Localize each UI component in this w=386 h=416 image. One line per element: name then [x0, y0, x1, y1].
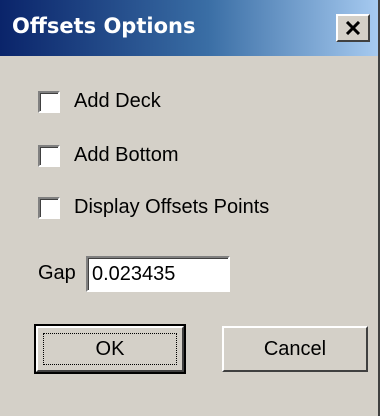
gap-label: Gap [38, 262, 76, 284]
option-add-deck[interactable]: Add Deck [38, 90, 161, 113]
add-bottom-checkbox[interactable] [38, 144, 60, 167]
cancel-button-label: Cancel [263, 337, 327, 360]
option-add-bottom[interactable]: Add Bottom [38, 144, 179, 167]
cancel-button[interactable]: Cancel [222, 326, 368, 372]
add-bottom-label: Add Bottom [74, 144, 179, 166]
gap-input[interactable] [86, 256, 230, 292]
option-display-offsets-points[interactable]: Display Offsets Points [38, 196, 269, 219]
offsets-options-dialog: Offsets Options Add Deck Add Bottom Disp… [0, 0, 380, 416]
add-deck-label: Add Deck [74, 90, 161, 112]
ok-button[interactable]: OK [34, 324, 186, 374]
close-button[interactable] [336, 14, 370, 42]
focus-rectangle [43, 333, 177, 365]
add-deck-checkbox[interactable] [38, 90, 60, 113]
display-offsets-points-label: Display Offsets Points [74, 196, 270, 218]
title-bar[interactable]: Offsets Options [0, 0, 378, 56]
display-offsets-points-checkbox[interactable] [38, 196, 60, 219]
close-icon [345, 21, 361, 35]
window-title: Offsets Options [12, 14, 196, 38]
